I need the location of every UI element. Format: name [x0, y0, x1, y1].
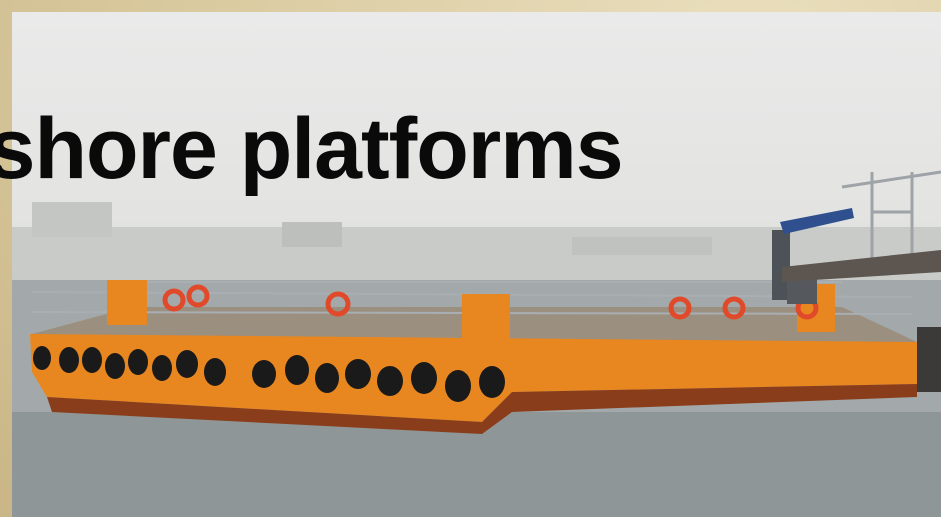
deck-bollard	[462, 294, 510, 340]
distant-building	[282, 222, 342, 247]
distant-building	[572, 237, 712, 255]
distant-building	[32, 202, 112, 237]
barge-scene	[12, 170, 941, 517]
dock-pier	[917, 327, 941, 392]
slide-title: fshore platforms	[0, 101, 624, 197]
barge-photo	[12, 12, 941, 517]
deck-bollard	[107, 280, 147, 325]
